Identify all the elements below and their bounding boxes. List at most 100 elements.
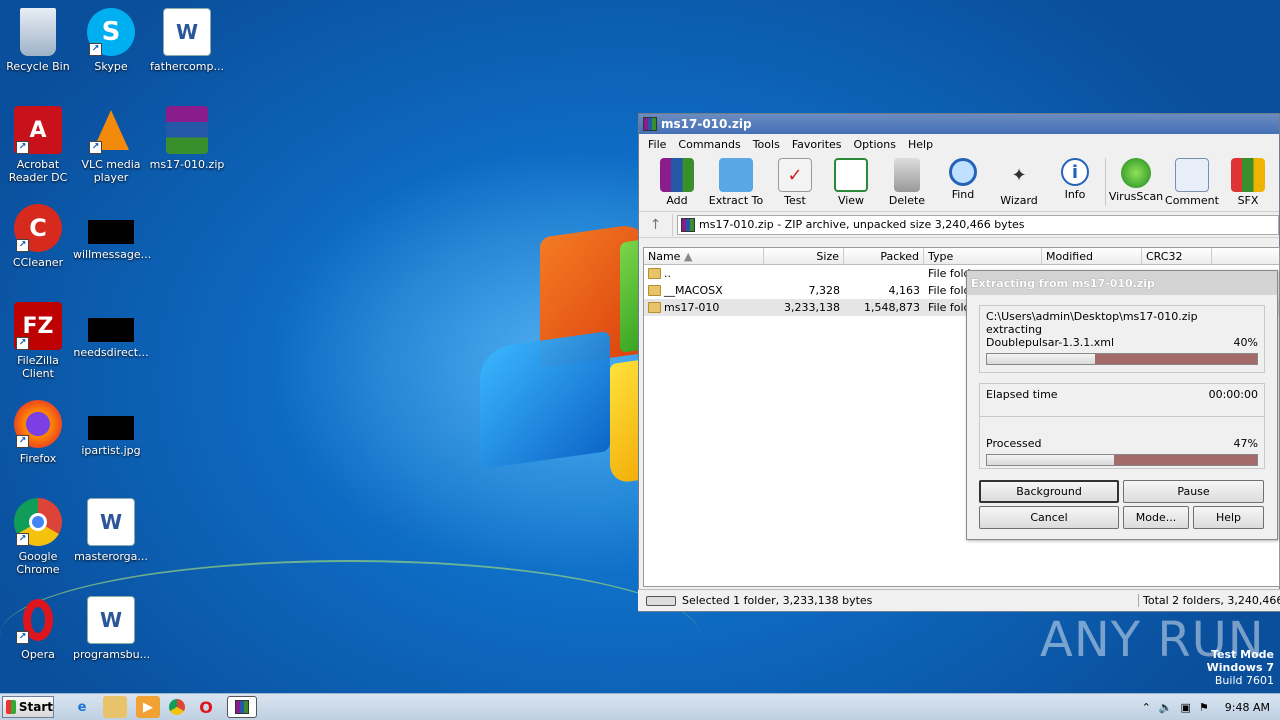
menu-file[interactable]: File	[643, 138, 673, 151]
column-packed[interactable]: Packed	[844, 248, 924, 264]
wizard-button[interactable]: ✦ Wizard	[991, 154, 1047, 208]
chrome-icon: ↗	[14, 498, 62, 546]
processed-label: Processed	[986, 437, 1042, 450]
filezilla-icon: FZ ↗	[14, 302, 62, 350]
folder-extract-icon	[719, 158, 753, 192]
dialog-title: Extracting from ms17-010.zip	[967, 271, 1277, 295]
winrar-taskbar-button[interactable]	[227, 696, 257, 718]
current-file-group: C:\Users\admin\Desktop\ms17-010.zip extr…	[979, 305, 1265, 373]
extract-to-button[interactable]: Extract To	[705, 154, 767, 207]
extract-action: extracting	[986, 323, 1043, 336]
volume-icon[interactable]: 🔈	[1159, 701, 1173, 714]
menu-commands[interactable]: Commands	[673, 138, 747, 151]
processed-group: Processed 47%	[979, 417, 1265, 469]
desktop-icon-chrome[interactable]: ↗ Google Chrome	[0, 498, 76, 576]
winrar-titlebar[interactable]: ms17-010.zip	[639, 114, 1279, 134]
info-icon: i	[1061, 158, 1089, 186]
current-file-name: Doublepulsar-1.3.1.xml	[986, 336, 1115, 349]
winrar-icon	[681, 217, 695, 232]
desktop-icon-filezilla[interactable]: FZ ↗ FileZilla Client	[0, 302, 76, 380]
internet-explorer-icon[interactable]: e	[70, 696, 94, 718]
system-tray: ⌃ 🔈 ▣ ⚑ 9:48 AM	[1142, 701, 1280, 714]
archive-path-field[interactable]: ms17-010.zip - ZIP archive, unpacked siz…	[677, 214, 1279, 235]
sfx-button[interactable]: SFX	[1220, 154, 1276, 207]
delete-button[interactable]: Delete	[879, 154, 935, 207]
recycle-bin-icon	[20, 8, 56, 56]
winrar-archive-icon	[166, 106, 208, 154]
find-button[interactable]: Find	[935, 154, 991, 201]
info-button[interactable]: i Info	[1047, 154, 1103, 201]
ccleaner-icon: C ↗	[14, 204, 62, 252]
add-icon	[660, 158, 694, 192]
firefox-icon: ↗	[14, 400, 62, 448]
virus-bug-icon	[1121, 158, 1151, 188]
desktop-icon-vlc[interactable]: ↗ VLC media player	[73, 106, 149, 184]
cancel-button[interactable]: Cancel	[979, 506, 1119, 529]
windows-logo-wallpaper	[480, 220, 670, 500]
processed-progress-bar	[986, 454, 1258, 466]
menu-tools[interactable]: Tools	[748, 138, 787, 151]
winrar-icon	[643, 117, 657, 131]
mode-button[interactable]: Mode...	[1123, 506, 1189, 529]
file-list-header: Name ▲ Size Packed Type Modified CRC32	[644, 248, 1279, 265]
menu-help[interactable]: Help	[903, 138, 940, 151]
virusscan-button[interactable]: VirusScan	[1108, 154, 1164, 203]
opera-icon: ↗	[14, 596, 62, 644]
desktop-icon-opera[interactable]: ↗ Opera	[0, 596, 76, 661]
network-icon[interactable]: ▣	[1181, 701, 1191, 714]
word-doc-icon: W	[163, 8, 211, 56]
taskbar: Start e ▶ O ⌃ 🔈 ▣ ⚑ 9:48 AM	[0, 693, 1280, 720]
window-title: ms17-010.zip	[661, 117, 752, 131]
tray-expand-icon[interactable]: ⌃	[1142, 701, 1151, 714]
file-explorer-icon[interactable]	[103, 696, 127, 718]
acrobat-icon: A ↗	[14, 106, 62, 154]
word-doc-icon: W	[87, 498, 135, 546]
column-crc32[interactable]: CRC32	[1142, 248, 1212, 264]
start-button[interactable]: Start	[2, 696, 54, 718]
media-player-icon[interactable]: ▶	[136, 696, 160, 718]
opera-taskbar-icon[interactable]: O	[194, 696, 218, 718]
elapsed-label: Elapsed time	[986, 388, 1058, 401]
up-arrow-icon[interactable]: ↑	[639, 213, 673, 236]
column-modified[interactable]: Modified	[1042, 248, 1142, 264]
test-mode-notice: Test Mode Windows 7 Build 7601	[1206, 648, 1274, 687]
action-center-flag-icon[interactable]: ⚑	[1199, 701, 1209, 714]
background-button[interactable]: Background	[979, 480, 1119, 503]
test-button[interactable]: ✓ Test	[767, 154, 823, 207]
column-name[interactable]: Name ▲	[644, 248, 764, 264]
status-bar: Selected 1 folder, 3,233,138 bytes Total…	[638, 589, 1280, 611]
comment-button[interactable]: Comment	[1164, 154, 1220, 207]
desktop-icon-fathercomp[interactable]: W fathercomp...	[149, 8, 225, 73]
vlc-icon: ↗	[87, 106, 135, 154]
file-percent: 40%	[1233, 336, 1258, 349]
desktop-icon-willmessage[interactable]: willmessage...	[73, 204, 151, 261]
desktop-icon-needsdirect[interactable]: needsdirect...	[73, 302, 149, 359]
desktop-icon-ipartist[interactable]: ipartist.jpg	[73, 400, 149, 457]
pause-button[interactable]: Pause	[1123, 480, 1264, 503]
desktop-icon-recycle-bin[interactable]: Recycle Bin	[0, 8, 76, 73]
desktop-icon-acrobat[interactable]: A ↗ Acrobat Reader DC	[0, 106, 76, 184]
help-button[interactable]: Help	[1193, 506, 1264, 529]
add-button[interactable]: Add	[649, 154, 705, 207]
menu-favorites[interactable]: Favorites	[787, 138, 849, 151]
view-button[interactable]: View	[823, 154, 879, 207]
elapsed-value: 00:00:00	[1208, 388, 1258, 401]
menu-options[interactable]: Options	[849, 138, 903, 151]
column-size[interactable]: Size	[764, 248, 844, 264]
desktop-icon-programsbu[interactable]: W programsbu...	[73, 596, 150, 661]
chrome-taskbar-icon[interactable]	[169, 699, 185, 715]
folder-icon	[648, 268, 661, 279]
windows-flag-icon	[6, 700, 16, 714]
extract-dialog[interactable]: Extracting from ms17-010.zip C:\Users\ad…	[966, 270, 1278, 540]
desktop-icon-masterorga[interactable]: W masterorga...	[73, 498, 149, 563]
desktop-icon-skype[interactable]: S ↗ Skype	[73, 8, 149, 73]
address-bar: ↑ ms17-010.zip - ZIP archive, unpacked s…	[639, 212, 1279, 238]
clock[interactable]: 9:48 AM	[1225, 701, 1270, 714]
column-type[interactable]: Type	[924, 248, 1042, 264]
elapsed-group: Elapsed time 00:00:00	[979, 383, 1265, 417]
status-selected: Selected 1 folder, 3,233,138 bytes	[682, 594, 873, 607]
desktop-icon-firefox[interactable]: ↗ Firefox	[0, 400, 76, 465]
magic-wand-icon: ✦	[1011, 164, 1027, 186]
desktop-icon-ccleaner[interactable]: C ↗ CCleaner	[0, 204, 76, 269]
desktop-icon-ms17-010-zip[interactable]: ms17-010.zip	[149, 106, 225, 171]
